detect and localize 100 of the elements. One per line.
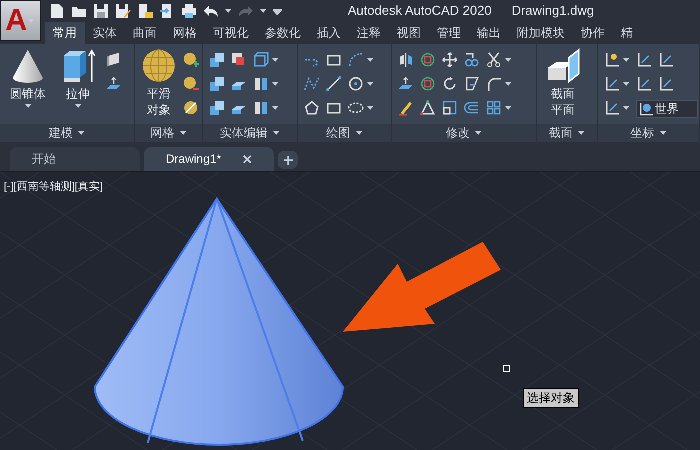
caret-icon [578, 131, 585, 135]
ribbon-tab[interactable]: 实体 [85, 22, 125, 44]
tablet-folder-icon[interactable] [137, 3, 153, 19]
ribbon-tab[interactable]: 插入 [309, 22, 349, 44]
panel-title[interactable]: 网格 [135, 124, 202, 142]
ribbon-tab[interactable]: 网格 [165, 22, 205, 44]
arc-icon[interactable] [348, 52, 364, 68]
ribbon-tab[interactable]: 注释 [349, 22, 389, 44]
ribbon-tab[interactable]: 参数化 [257, 22, 309, 44]
circle-icon[interactable] [348, 76, 364, 92]
scale-icon[interactable] [442, 100, 458, 116]
cube-icon[interactable] [253, 52, 269, 68]
offset-icon[interactable] [464, 100, 480, 116]
polygon-icon[interactable] [304, 100, 320, 116]
sphere-icon[interactable] [183, 76, 199, 92]
ribbon-tab[interactable]: 曲面 [125, 22, 165, 44]
axes-icon[interactable] [658, 76, 674, 92]
new-file-icon[interactable] [49, 3, 65, 19]
viewport-controls-label[interactable]: [-][西南等轴测][真实] [4, 179, 103, 196]
plus-icon [284, 156, 292, 164]
square-icon[interactable] [231, 52, 247, 68]
boxes-icon[interactable] [209, 76, 225, 92]
caret-icon[interactable] [623, 82, 630, 86]
caret-icon[interactable] [367, 106, 374, 110]
axes-icon[interactable] [604, 100, 620, 116]
cone-drawing[interactable] [93, 197, 345, 449]
ribbon-tab[interactable]: 协作 [573, 22, 613, 44]
polyline-icon[interactable] [304, 76, 320, 92]
ribbon-button[interactable]: 圆锥体 [6, 48, 50, 124]
ribbon-button[interactable]: 平滑对象 [141, 48, 177, 124]
ribbon-tab[interactable]: 视图 [389, 22, 429, 44]
new-tab-button[interactable] [278, 151, 298, 169]
customize-icon[interactable] [273, 7, 282, 15]
pencil-icon[interactable] [398, 100, 414, 116]
caret-icon [78, 131, 85, 135]
panel-title[interactable]: 实体编辑 [203, 124, 297, 142]
ribbon-tab[interactable]: 管理 [429, 22, 469, 44]
fillet-icon[interactable] [486, 76, 502, 92]
panel-title[interactable]: 绘图 [298, 124, 391, 142]
save-as-icon[interactable] [115, 3, 131, 19]
boxes-icon[interactable] [209, 100, 225, 116]
app-menu-button[interactable]: A [0, 0, 41, 41]
axes-icon[interactable] [636, 52, 652, 68]
wedge-icon[interactable] [106, 52, 122, 68]
move-icon[interactable] [442, 52, 458, 68]
split-icon[interactable] [253, 76, 269, 92]
panel-title[interactable]: 修改 [392, 124, 536, 142]
ribbon-tab[interactable]: 常用 [45, 22, 85, 44]
ribbon-tab[interactable]: 输出 [469, 22, 509, 44]
axes-icon[interactable] [658, 52, 674, 68]
copy-icon[interactable] [464, 52, 480, 68]
caret-icon[interactable] [623, 58, 630, 62]
caret-icon [180, 131, 186, 135]
panel-title[interactable]: 截面 [537, 124, 597, 142]
face-icon[interactable] [106, 76, 122, 92]
caret-icon[interactable] [505, 58, 512, 62]
panel-title[interactable]: 坐标 [598, 124, 699, 142]
document-tab[interactable]: 开始 [10, 147, 140, 171]
printer-icon[interactable] [181, 3, 197, 19]
split-icon[interactable] [253, 100, 269, 116]
ribbon-tab[interactable]: 可视化 [205, 22, 257, 44]
ribbon-button[interactable]: 截面平面 [543, 48, 583, 124]
sphere-icon[interactable] [183, 100, 199, 116]
view-dropdown[interactable]: 世界 [636, 100, 698, 118]
mirror-icon[interactable] [398, 52, 414, 68]
close-icon[interactable] [243, 154, 252, 164]
axes-icon[interactable] [604, 76, 620, 92]
sphere-icon[interactable] [183, 52, 199, 68]
boxes-icon[interactable] [209, 52, 225, 68]
ribbon-button[interactable]: 拉伸 [56, 48, 100, 124]
save-icon[interactable] [93, 3, 109, 19]
caret-icon[interactable] [623, 106, 630, 110]
stretch-icon[interactable] [464, 76, 480, 92]
caret-icon[interactable] [272, 82, 279, 86]
caret-icon[interactable] [260, 9, 267, 13]
window-title: Autodesk AutoCAD 2020 [348, 2, 492, 20]
caret-icon[interactable] [272, 106, 279, 110]
caret-icon[interactable] [505, 82, 512, 86]
ribbon-tab[interactable]: 附加模块 [509, 22, 573, 44]
axes-icon[interactable] [636, 76, 652, 92]
caret-icon[interactable] [272, 58, 279, 62]
rotate-icon[interactable] [442, 76, 458, 92]
ellipse-icon[interactable] [348, 100, 364, 116]
scissors-icon[interactable] [486, 52, 502, 68]
axes-icon[interactable] [604, 52, 620, 68]
tooltip: 选择对象 [523, 388, 579, 408]
caret-icon[interactable] [24, 104, 32, 108]
face-icon[interactable] [398, 76, 414, 92]
caret-icon[interactable] [74, 104, 82, 108]
pickbox-icon [503, 365, 510, 372]
line-icon[interactable] [326, 76, 342, 92]
triangle-icon[interactable] [420, 100, 436, 116]
panel-title[interactable]: 建模 [0, 124, 134, 142]
grid-icon[interactable] [486, 100, 502, 116]
caret-icon[interactable] [367, 82, 374, 86]
caret-icon[interactable] [367, 58, 374, 62]
caret-icon[interactable] [505, 106, 512, 110]
ribbon-tab[interactable]: 精 [613, 22, 641, 44]
document-tab[interactable]: Drawing1* [144, 147, 274, 171]
caret-icon[interactable] [225, 9, 232, 13]
